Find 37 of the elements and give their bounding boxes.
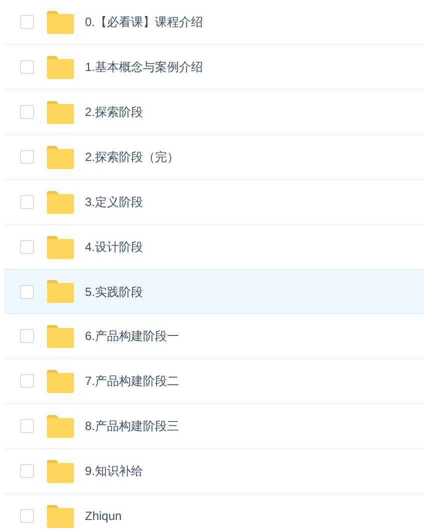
folder-icon (47, 324, 74, 348)
folder-name[interactable]: 0.【必看课】课程介绍 (85, 13, 204, 31)
folder-name[interactable]: 7.产品构建阶段二 (85, 372, 180, 390)
checkbox[interactable] (20, 284, 34, 298)
folder-name[interactable]: 8.产品构建阶段三 (85, 417, 180, 435)
folder-icon (47, 504, 74, 528)
folder-icon (47, 56, 74, 78)
folder-name[interactable]: 2.探索阶段（完） (85, 148, 180, 166)
folder-name[interactable]: 6.产品构建阶段一 (85, 327, 180, 345)
checkbox[interactable] (20, 329, 34, 343)
folder-icon (47, 10, 74, 34)
checkbox[interactable] (20, 509, 34, 523)
checkbox[interactable] (20, 240, 34, 254)
checkbox[interactable] (20, 464, 34, 478)
checkbox[interactable] (20, 105, 34, 119)
folder-name[interactable]: 9.知识补给 (85, 462, 144, 480)
checkbox[interactable] (20, 419, 34, 433)
folder-name[interactable]: 2.探索阶段 (85, 103, 144, 121)
checkbox[interactable] (20, 195, 34, 209)
folder-icon (47, 146, 74, 168)
folder-icon (47, 190, 74, 214)
folder-name[interactable]: 3.定义阶段 (85, 193, 144, 211)
checkbox[interactable] (20, 150, 34, 164)
checkbox[interactable] (20, 15, 34, 29)
folder-name[interactable]: 5.实践阶段 (85, 282, 144, 300)
folder-name[interactable]: 1.基本概念与案例介绍 (85, 58, 204, 76)
checkbox[interactable] (20, 374, 34, 388)
folder-icon (47, 460, 74, 482)
folder-icon (47, 100, 74, 124)
folder-name[interactable]: Zhiqun (85, 507, 122, 525)
folder-icon (47, 236, 74, 258)
file-row[interactable]: 5.实践阶段 (4, 269, 424, 314)
checkbox[interactable] (20, 60, 34, 74)
folder-icon (47, 414, 74, 438)
folder-icon (47, 370, 74, 392)
folder-name[interactable]: 4.设计阶段 (85, 238, 144, 256)
folder-icon (47, 280, 74, 303)
